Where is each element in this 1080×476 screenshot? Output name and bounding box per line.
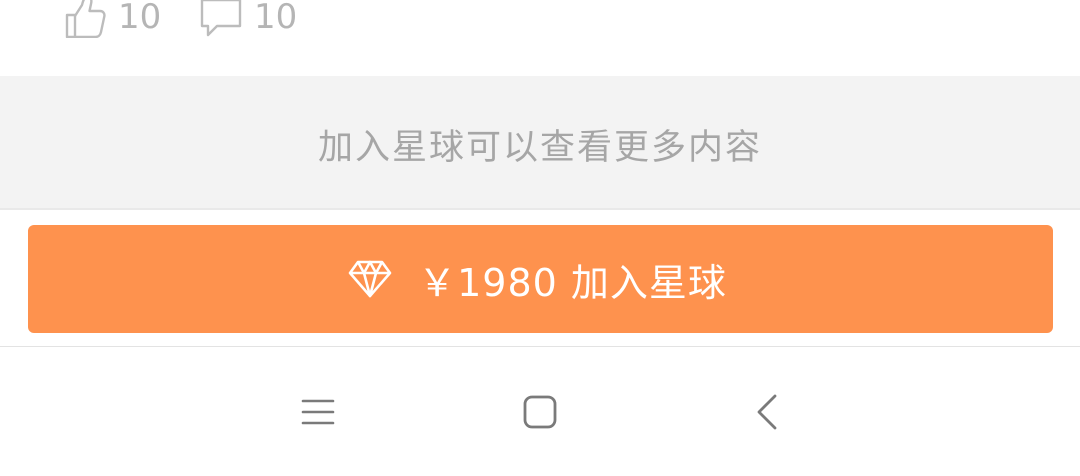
page: 10 10 加入星球可以查看更多内容 ￥1980 加入星球	[0, 0, 1080, 476]
comment-action[interactable]: 10	[200, 0, 297, 40]
like-action[interactable]: 10	[64, 0, 161, 40]
like-count: 10	[118, 0, 162, 37]
back-button[interactable]	[742, 387, 792, 437]
more-content-hint: 加入星球可以查看更多内容	[0, 76, 1080, 210]
back-icon	[757, 394, 777, 430]
home-button[interactable]	[515, 387, 565, 437]
comment-count: 10	[254, 0, 298, 37]
post-action-row: 10 10	[0, 0, 1080, 76]
thumbs-up-icon	[65, 0, 106, 38]
join-button-label: ￥1980 加入星球	[418, 260, 727, 305]
home-icon	[523, 395, 557, 429]
join-planet-button[interactable]: ￥1980 加入星球	[28, 225, 1053, 333]
hint-text: 加入星球可以查看更多内容	[317, 127, 762, 168]
diamond-icon	[348, 260, 392, 298]
menu-icon	[301, 399, 335, 425]
comment-icon	[200, 0, 242, 37]
join-button-content: ￥1980 加入星球	[348, 252, 727, 307]
system-nav-bar	[0, 347, 1080, 476]
recent-apps-button[interactable]	[293, 387, 343, 437]
